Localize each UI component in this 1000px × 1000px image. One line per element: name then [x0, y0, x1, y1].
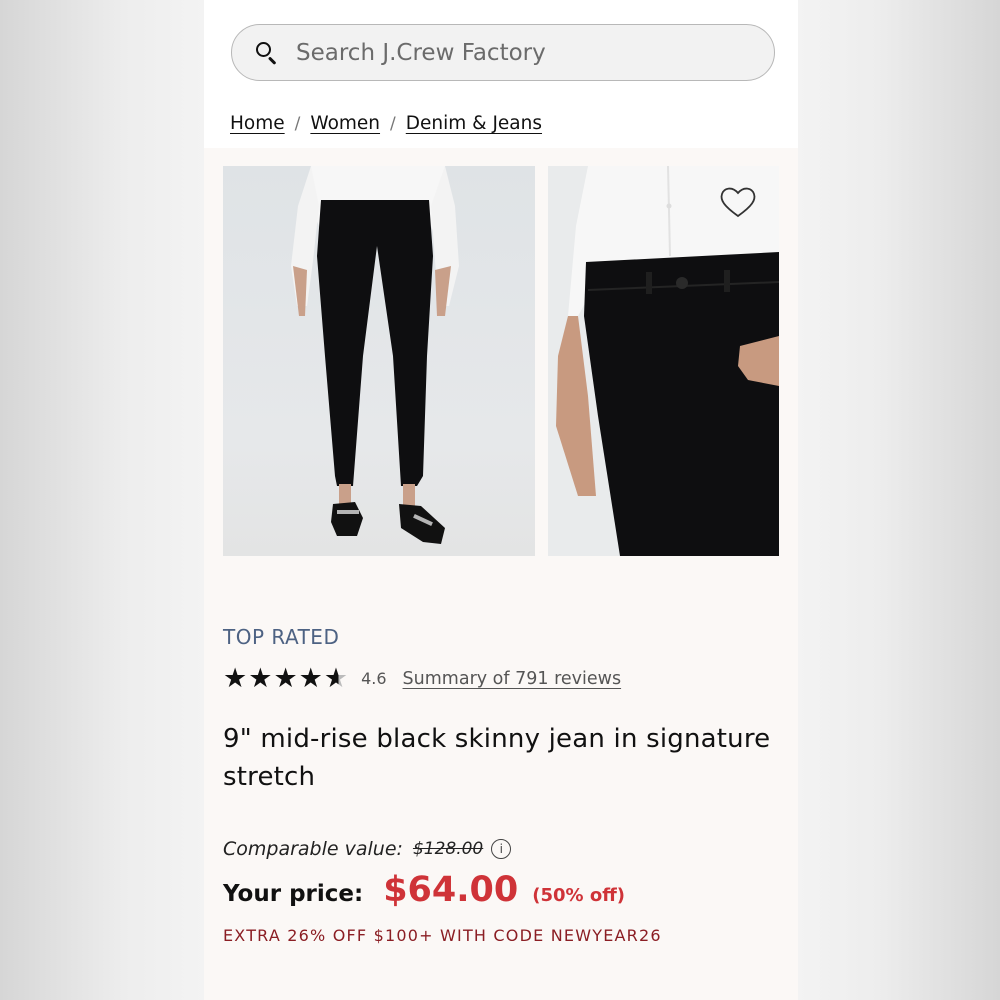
search-icon[interactable] [254, 40, 280, 66]
top-rated-badge: TOP RATED [223, 625, 340, 649]
discount-percent: (50% off) [532, 885, 626, 906]
heart-icon[interactable] [718, 184, 758, 220]
right-backdrop [798, 0, 1000, 1000]
star-icon: ★ [223, 663, 248, 694]
breadcrumb: Home / Women / Denim & Jeans [230, 113, 542, 134]
breadcrumb-home[interactable]: Home [230, 113, 285, 134]
product-page: Home / Women / Denim & Jeans [204, 0, 798, 1000]
search-bar[interactable] [231, 24, 775, 81]
price-row: Your price: $64.00 (50% off) [223, 870, 625, 910]
star-icon: ★ [298, 663, 323, 694]
rating-value: 4.6 [361, 669, 387, 688]
breadcrumb-separator: / [390, 113, 396, 134]
header: Home / Women / Denim & Jeans [204, 0, 798, 148]
promo-message: EXTRA 26% OFF $100+ WITH CODE NEWYEAR26 [223, 926, 662, 945]
product-image-closeup[interactable] [548, 166, 779, 556]
breadcrumb-women[interactable]: Women [310, 113, 380, 134]
star-icon: ★ [248, 663, 273, 694]
product-title: 9" mid-rise black skinny jean in signatu… [223, 724, 771, 792]
rating-stars: ★ ★ ★ ★ ★ [223, 665, 349, 692]
your-price-label: Your price: [223, 881, 364, 907]
star-icon: ★ [273, 663, 298, 694]
comparable-label: Comparable value: [223, 838, 403, 860]
product-image-full-length[interactable] [223, 166, 535, 556]
product-content: TOP RATED ★ ★ ★ ★ ★ 4.6 Summary of 791 r… [204, 148, 798, 1000]
half-star-icon: ★ [323, 663, 349, 694]
rating-row: ★ ★ ★ ★ ★ 4.6 Summary of 791 reviews [223, 665, 621, 692]
sale-price: $64.00 [383, 870, 519, 910]
comparable-price: $128.00 [412, 839, 484, 859]
breadcrumb-denim-jeans[interactable]: Denim & Jeans [406, 113, 542, 134]
info-icon[interactable]: i [491, 839, 512, 859]
reviews-summary-link[interactable]: Summary of 791 reviews [403, 669, 622, 689]
comparable-value: Comparable value: $128.00 i [223, 838, 512, 860]
left-backdrop [0, 0, 204, 1000]
breadcrumb-separator: / [294, 113, 301, 134]
search-input[interactable] [296, 39, 736, 66]
